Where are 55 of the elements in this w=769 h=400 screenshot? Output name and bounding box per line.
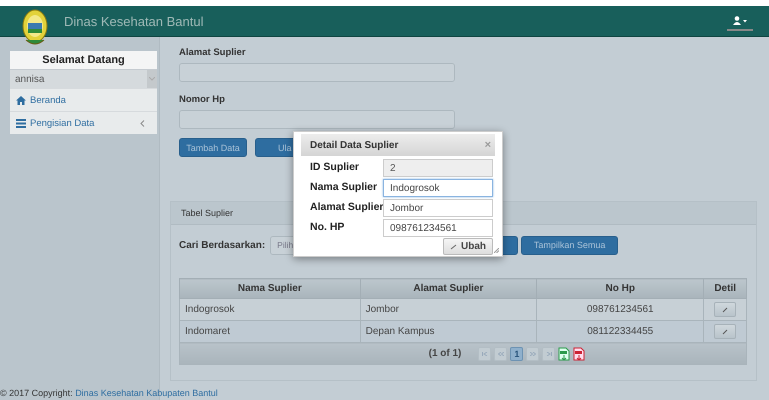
column-header: Nama Suplier: [180, 278, 360, 298]
column-header: Detil: [704, 278, 746, 298]
field-label: Alamat Suplier: [310, 201, 383, 213]
app-title: Dinas Kesehatan Bantul: [64, 14, 204, 28]
first-icon: [482, 352, 488, 356]
panel-title: Tabel Suplier: [181, 208, 234, 218]
first-page-button[interactable]: [478, 346, 492, 360]
next-page-button[interactable]: [526, 346, 540, 360]
prev-icon: [498, 352, 504, 356]
table-cell: Indomaret: [180, 320, 360, 342]
edit-button[interactable]: [714, 324, 736, 339]
footer-link[interactable]: Dinas Kesehatan Kabupaten Bantul: [75, 388, 218, 398]
sidebar-item[interactable]: Pengisian Data: [10, 111, 157, 134]
column-header: No Hp: [536, 278, 704, 298]
table-cell: 098761234561: [536, 298, 704, 320]
field-label: No. HP: [310, 221, 346, 233]
show-all-button[interactable]: Tampilkan Semua: [521, 236, 618, 254]
input-field[interactable]: [179, 63, 455, 82]
resize-grip-icon[interactable]: [494, 248, 499, 253]
table-cell: Indogrosok: [180, 298, 360, 320]
input-field[interactable]: Jombor: [383, 199, 493, 217]
table-cell: Jombor: [360, 298, 537, 320]
field-label: Nama Suplier: [310, 181, 378, 193]
field-label: Alamat Suplier: [179, 47, 247, 58]
input-field[interactable]: 098761234561: [383, 219, 493, 237]
input-field[interactable]: Indogrosok: [383, 179, 493, 197]
page-info: (1 of 1): [428, 348, 462, 359]
column-header: Alamat Suplier: [360, 278, 537, 298]
spreadsheet-export-icon[interactable]: [558, 346, 570, 360]
field-label: ID Suplier: [310, 161, 360, 173]
prev-page-button[interactable]: [494, 346, 508, 360]
user-dropdown[interactable]: annisa: [10, 69, 157, 88]
page-button[interactable]: 1: [510, 346, 524, 360]
edit-button[interactable]: [714, 302, 736, 317]
pencil-icon: [722, 328, 728, 334]
pdf-export-icon[interactable]: [573, 346, 586, 360]
last-page-button[interactable]: [542, 346, 556, 360]
field-label: Nomor Hp: [179, 94, 226, 105]
welcome-heading: Selamat Datang: [10, 51, 157, 69]
search-label: Cari Berdasarkan:: [179, 240, 266, 250]
table-cell: Depan Kampus: [360, 320, 537, 342]
update-button[interactable]: Ubah: [443, 238, 493, 255]
list-icon: [16, 118, 26, 128]
copyright-text: © 2017 Copyright: Dinas Kesehatan Kabupaten Bantul: [0, 388, 218, 398]
caret-icon: [149, 77, 155, 81]
home-icon: [16, 96, 26, 104]
next-icon: [530, 352, 536, 356]
input-field[interactable]: [179, 110, 455, 129]
form-button[interactable]: Tambah Data: [179, 138, 247, 157]
check-icon: [450, 244, 457, 250]
pencil-icon: [722, 306, 728, 312]
sidebar-item[interactable]: Beranda: [10, 88, 157, 111]
last-icon: [546, 352, 552, 356]
table-cell: 081122334455: [536, 320, 704, 342]
user-icon: [733, 16, 747, 24]
